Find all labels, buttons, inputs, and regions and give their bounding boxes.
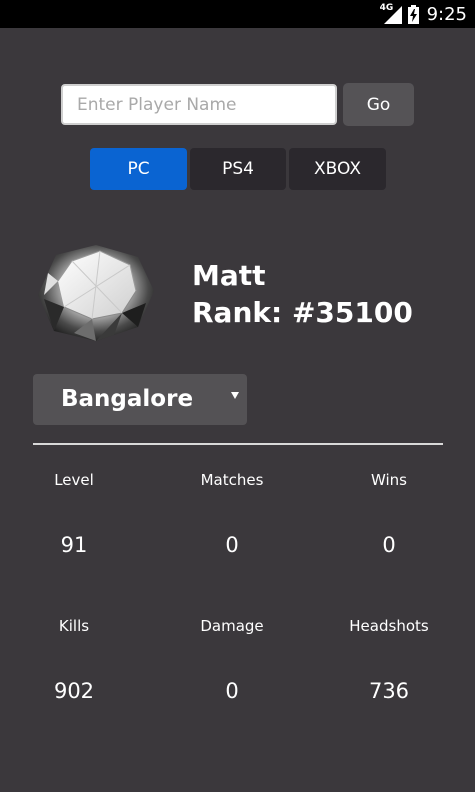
region-dropdown[interactable]: Bangalore xyxy=(33,374,247,425)
player-rank: Rank: #35100 xyxy=(192,296,413,329)
diamond-icon xyxy=(34,243,156,343)
stat-label-level: Level xyxy=(54,471,94,489)
tab-pc[interactable]: PC xyxy=(90,148,187,190)
stat-label-damage: Damage xyxy=(200,617,264,635)
go-button[interactable]: Go xyxy=(343,83,414,126)
tab-xbox[interactable]: XBOX xyxy=(289,148,386,190)
stat-label-kills: Kills xyxy=(58,617,90,635)
player-name: Matt xyxy=(192,259,266,292)
stat-label-wins: Wins xyxy=(371,471,407,489)
stat-value-kills: 902 xyxy=(53,679,95,703)
stat-label-matches: Matches xyxy=(200,471,264,489)
signal-icon: 4G xyxy=(380,4,402,24)
stat-value-damage: 0 xyxy=(225,679,239,703)
tab-ps4[interactable]: PS4 xyxy=(190,148,286,190)
stat-value-headshots: 736 xyxy=(368,679,410,703)
stat-value-matches: 0 xyxy=(225,533,239,557)
stat-label-headshots: Headshots xyxy=(349,617,429,635)
region-selected-value: Bangalore xyxy=(61,386,194,412)
stat-value-level: 91 xyxy=(60,533,88,557)
stat-value-wins: 0 xyxy=(382,533,396,557)
status-icons: 4G 9:25 xyxy=(380,3,467,25)
status-clock: 9:25 xyxy=(426,3,467,25)
status-bar: 4G 9:25 xyxy=(0,0,475,28)
battery-charging-icon xyxy=(407,4,419,24)
divider xyxy=(33,443,443,445)
dropdown-arrow-icon xyxy=(231,392,239,399)
player-name-input[interactable] xyxy=(61,84,337,125)
